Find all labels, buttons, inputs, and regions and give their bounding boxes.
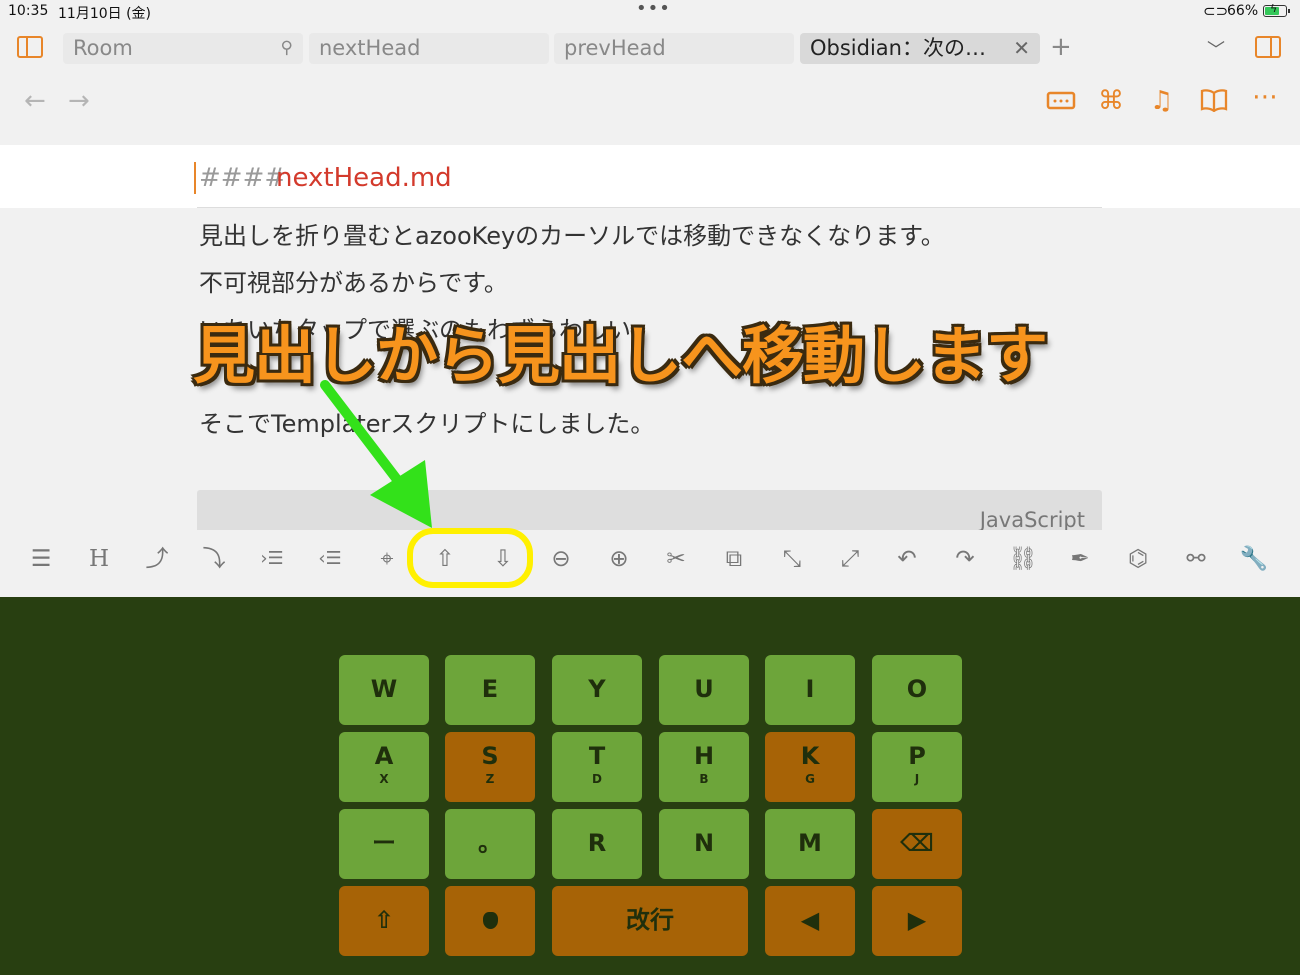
tab-obsidian[interactable]: Obsidian：次の… ✕ bbox=[800, 33, 1040, 64]
return-key[interactable]: 改行 bbox=[552, 886, 748, 956]
pen-icon[interactable]: ✒ bbox=[1060, 544, 1100, 574]
key-p[interactable]: PJ bbox=[872, 732, 962, 802]
key-r[interactable]: R bbox=[552, 809, 642, 879]
key-e[interactable]: E bbox=[445, 655, 535, 725]
tab-prevhead[interactable]: prevHead bbox=[554, 33, 794, 64]
tab-label: nextHead bbox=[319, 36, 421, 60]
tab-room[interactable]: Room ⚲ bbox=[63, 33, 303, 64]
expand-icon[interactable]: ⤢ bbox=[830, 544, 870, 574]
keyboard-icon[interactable] bbox=[1046, 88, 1076, 118]
backspace-key[interactable]: ⌫ bbox=[872, 809, 962, 879]
key-m[interactable]: M bbox=[765, 809, 855, 879]
globe-key[interactable] bbox=[445, 886, 535, 956]
tab-label: prevHead bbox=[564, 36, 666, 60]
pin-icon[interactable]: ⚲ bbox=[281, 33, 293, 64]
paragraph-line[interactable]: 不可視部分があるからです。 bbox=[199, 263, 508, 298]
status-time: 10:35 bbox=[8, 3, 49, 19]
chevron-down-icon[interactable]: ﹀ bbox=[1207, 36, 1225, 62]
heading-marker: #### bbox=[199, 163, 287, 193]
zoom-out-icon[interactable]: ⊖ bbox=[541, 544, 581, 574]
key-a[interactable]: AX bbox=[339, 732, 429, 802]
fold-up-icon[interactable]: ⤴ bbox=[137, 544, 177, 574]
key-t[interactable]: TD bbox=[552, 732, 642, 802]
multitasking-dots-icon[interactable]: ••• bbox=[636, 0, 671, 19]
reading-book-icon[interactable] bbox=[1200, 88, 1228, 119]
text-cursor bbox=[194, 162, 196, 194]
tab-label: Room bbox=[73, 36, 133, 60]
apple-logo-icon bbox=[483, 912, 498, 929]
right-sidebar-toggle-icon[interactable] bbox=[1255, 36, 1281, 58]
key-o[interactable]: O bbox=[872, 655, 962, 725]
code-language-label: JavaScript bbox=[979, 508, 1085, 532]
annotation-arrow-icon bbox=[320, 380, 432, 528]
wrench-icon[interactable]: 🔧 bbox=[1234, 544, 1274, 574]
copy-icon[interactable]: ⧉ bbox=[714, 544, 754, 574]
music-note-icon[interactable]: ♫ bbox=[1150, 86, 1173, 116]
key-s[interactable]: SZ bbox=[445, 732, 535, 802]
backspace-icon: ⌫ bbox=[900, 829, 934, 857]
indent-icon[interactable]: ›☰ bbox=[252, 544, 292, 574]
left-triangle-icon: ◀ bbox=[800, 906, 820, 934]
key-period[interactable]: 。 bbox=[445, 809, 535, 879]
close-tab-icon[interactable]: ✕ bbox=[1013, 33, 1030, 64]
key-n[interactable]: N bbox=[659, 809, 749, 879]
key-h[interactable]: HB bbox=[659, 732, 749, 802]
tab-nexthead[interactable]: nextHead bbox=[309, 33, 549, 64]
heading-text[interactable]: nextHead.md bbox=[276, 163, 452, 193]
heading-icon[interactable]: H bbox=[79, 544, 119, 574]
more-options-icon[interactable]: ⋯ bbox=[1252, 82, 1278, 112]
shift-icon: ⇧ bbox=[373, 906, 395, 934]
collapse-icon[interactable]: ⤡ bbox=[772, 544, 812, 574]
key-k[interactable]: KG bbox=[765, 732, 855, 802]
outdent-icon[interactable]: ‹☰ bbox=[310, 544, 350, 574]
key-long-vowel[interactable]: ー bbox=[339, 809, 429, 879]
command-icon[interactable]: ⌘ bbox=[1098, 86, 1124, 116]
link-status-icon: ⊂⊃ bbox=[1203, 2, 1229, 20]
shift-key[interactable]: ⇧ bbox=[339, 886, 429, 956]
zoom-in-icon[interactable]: ⊕ bbox=[599, 544, 639, 574]
tab-label: Obsidian：次の… bbox=[810, 36, 986, 60]
menu-icon[interactable]: ☰ bbox=[21, 544, 61, 574]
annotation-highlight-ring bbox=[407, 528, 533, 588]
battery-percent: 66% bbox=[1227, 3, 1259, 19]
divider bbox=[197, 207, 1102, 208]
cursor-left-key[interactable]: ◀ bbox=[765, 886, 855, 956]
new-tab-icon[interactable]: + bbox=[1050, 32, 1072, 62]
undo-icon[interactable]: ↶ bbox=[887, 544, 927, 574]
crosshair-icon[interactable]: ⌖ bbox=[367, 544, 407, 574]
key-y[interactable]: Y bbox=[552, 655, 642, 725]
back-arrow-icon[interactable]: ← bbox=[24, 86, 46, 116]
key-w[interactable]: W bbox=[339, 655, 429, 725]
right-triangle-icon: ▶ bbox=[907, 906, 927, 934]
redo-icon[interactable]: ↷ bbox=[945, 544, 985, 574]
battery-icon: ϟ bbox=[1263, 2, 1290, 17]
package-search-icon[interactable]: ⌬ bbox=[1118, 544, 1158, 574]
fold-down-icon[interactable]: ⤵ bbox=[194, 544, 234, 574]
link-icon[interactable]: ⛓ bbox=[1003, 544, 1043, 574]
forward-arrow-icon[interactable]: → bbox=[68, 86, 90, 116]
left-sidebar-toggle-icon[interactable] bbox=[17, 36, 43, 58]
status-bar: 10:35 11月10日 (金) ••• ⊂⊃ 66% ϟ bbox=[0, 0, 1300, 24]
paragraph-line[interactable]: 見出しを折り畳むとazooKeyのカーソルでは移動できなくなります。 bbox=[199, 216, 945, 251]
key-u[interactable]: U bbox=[659, 655, 749, 725]
link-tool-icon[interactable]: ⚯ bbox=[1176, 544, 1216, 574]
cursor-right-key[interactable]: ▶ bbox=[872, 886, 962, 956]
status-date: 11月10日 (金) bbox=[58, 6, 152, 22]
editing-toolbar: ☰ H ⤴ ⤵ ›☰ ‹☰ ⌖ ⇧ ⇩ ⊖ ⊕ ✂ ⧉ ⤡ ⤢ ↶ ↷ ⛓ ✒ … bbox=[0, 530, 1300, 597]
scissors-icon[interactable]: ✂ bbox=[656, 544, 696, 574]
key-i[interactable]: I bbox=[765, 655, 855, 725]
